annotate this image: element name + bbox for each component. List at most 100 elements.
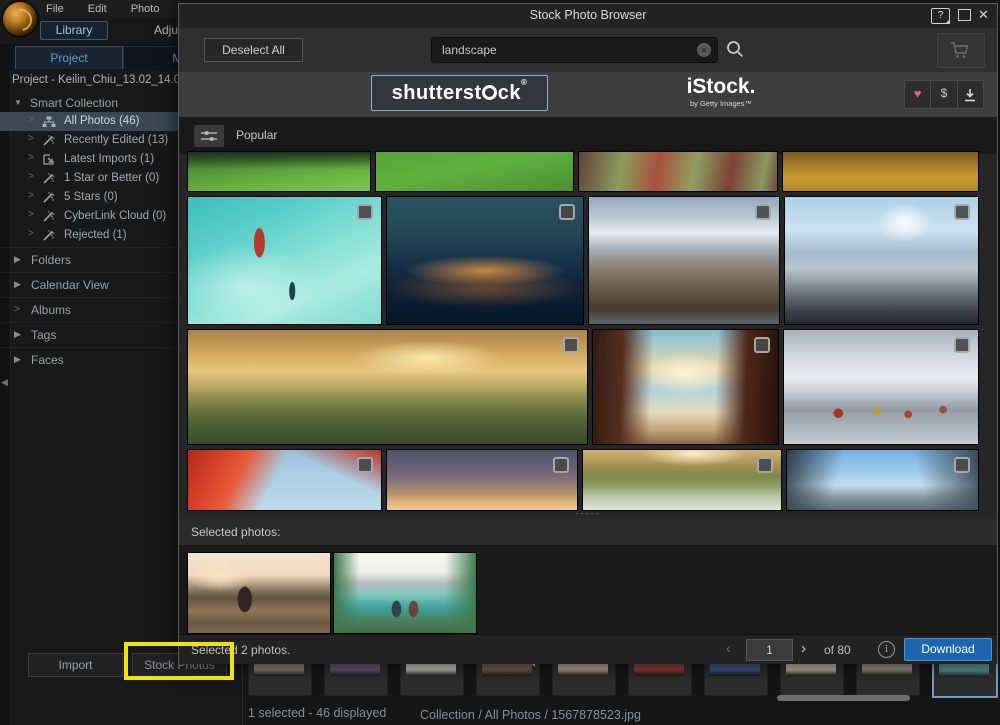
selected-photos-area bbox=[179, 545, 997, 634]
grid-row-4 bbox=[187, 449, 979, 511]
photo-checkbox[interactable] bbox=[357, 204, 373, 220]
stock-photo-alpine-valley-sky[interactable] bbox=[786, 449, 979, 511]
stock-photo-city-park-lawn[interactable] bbox=[187, 151, 371, 192]
menu-photo[interactable]: Photo bbox=[131, 3, 160, 15]
search-input[interactable] bbox=[440, 40, 684, 60]
photo-checkbox[interactable] bbox=[559, 204, 575, 220]
maximize-icon[interactable] bbox=[958, 9, 971, 21]
stock-photo-alpine-lake-dusk[interactable] bbox=[386, 196, 583, 325]
info-icon[interactable]: i bbox=[878, 641, 895, 658]
photo-checkbox[interactable] bbox=[563, 337, 579, 353]
istock-tagline: by Getty Images™ bbox=[661, 99, 781, 108]
import-button[interactable]: Import bbox=[28, 653, 123, 677]
menu-edit[interactable]: Edit bbox=[88, 3, 107, 15]
section-label: Faces bbox=[31, 353, 64, 367]
expand-arrow-icon: ▶ bbox=[14, 329, 21, 340]
expand-chevron-icon[interactable]: > bbox=[28, 133, 34, 144]
stock-photo-city-skyline-road[interactable] bbox=[784, 196, 979, 325]
expand-arrow-icon: ▶ bbox=[14, 279, 21, 290]
tab-adjustment[interactable]: Adju bbox=[154, 23, 178, 37]
tree-item-label: 5 Stars (0) bbox=[64, 191, 118, 203]
section-label: Calendar View bbox=[31, 278, 109, 292]
photo-checkbox[interactable] bbox=[755, 204, 771, 220]
page-number-input[interactable]: 1 bbox=[746, 639, 793, 661]
stock-photo-snowy-fjord-village[interactable] bbox=[783, 329, 979, 445]
page-of-label: of 80 bbox=[824, 643, 851, 657]
page-prev-button[interactable]: ‹ bbox=[726, 640, 731, 657]
panel-splitter[interactable]: ····· bbox=[179, 511, 997, 519]
panel-collapse-handle[interactable]: ◀ bbox=[0, 372, 10, 396]
stock-photo-snow-peaks-forest[interactable] bbox=[588, 196, 781, 325]
photo-checkbox[interactable] bbox=[757, 457, 773, 473]
provider-actions: ♥ $ bbox=[904, 80, 984, 109]
grid-row-3 bbox=[187, 329, 979, 445]
close-icon[interactable]: ✕ bbox=[978, 7, 989, 23]
expand-chevron-icon[interactable]: > bbox=[28, 114, 34, 125]
stock-photo-sea-stack-cove[interactable] bbox=[592, 329, 780, 445]
collapse-arrow-icon: ◀ bbox=[1, 377, 8, 388]
stock-photo-autumn-prairie[interactable] bbox=[782, 151, 979, 192]
expand-chevron-icon[interactable]: > bbox=[28, 152, 34, 163]
deselect-all-button[interactable]: Deselect All bbox=[204, 38, 303, 62]
tree-item-label: Latest Imports (1) bbox=[64, 153, 154, 165]
sort-label: Popular bbox=[236, 128, 277, 142]
search-clear-icon[interactable]: ✕ bbox=[697, 43, 711, 57]
photo-checkbox[interactable] bbox=[954, 337, 970, 353]
stock-photo-miniature-village[interactable] bbox=[578, 151, 777, 192]
expand-chevron-icon[interactable]: > bbox=[28, 171, 34, 182]
photo-checkbox[interactable] bbox=[754, 337, 770, 353]
download-arrow-icon bbox=[963, 88, 977, 102]
stock-photo-golden-sunset-valley[interactable] bbox=[187, 329, 588, 445]
stock-photo-red-maple-sky[interactable] bbox=[187, 449, 382, 511]
section-label: Folders bbox=[31, 253, 71, 267]
photo-checkbox[interactable] bbox=[954, 204, 970, 220]
shutterstock-logo: shutterstck® bbox=[392, 82, 528, 104]
page-next-button[interactable]: › bbox=[801, 640, 806, 657]
provider-shutterstock[interactable]: shutterstck® bbox=[371, 75, 548, 111]
tab-project[interactable]: Project bbox=[15, 46, 123, 69]
menu-file[interactable]: File bbox=[46, 3, 64, 15]
stock-photo-storm-sunset-plain[interactable] bbox=[386, 449, 579, 511]
search-field: ✕ bbox=[431, 37, 718, 63]
purchase-dollar-button[interactable]: $ bbox=[931, 81, 957, 108]
smart-collection-label: Smart Collection bbox=[30, 96, 118, 110]
filmstrip-scrollbar[interactable] bbox=[777, 695, 910, 701]
tree-item-label: All Photos (46) bbox=[64, 115, 139, 127]
sort-options-button[interactable] bbox=[194, 125, 224, 147]
selected-thumb-couple-piggyback-field[interactable] bbox=[187, 552, 331, 634]
dialog-title: Stock Photo Browser bbox=[179, 8, 997, 22]
dialog-titlebar[interactable]: Stock Photo Browser ? ✕ bbox=[179, 4, 997, 29]
expand-arrow-icon: ▶ bbox=[14, 254, 21, 265]
splitter-grip-icon: ····· bbox=[576, 508, 601, 518]
stock-photo-green-grass-field[interactable] bbox=[375, 151, 574, 192]
photo-checkbox[interactable] bbox=[357, 457, 373, 473]
photo-checkbox[interactable] bbox=[954, 457, 970, 473]
tree-item-label: CyberLink Cloud (0) bbox=[64, 210, 166, 222]
download-button[interactable]: Download bbox=[904, 638, 992, 661]
stock-photo-turquoise-sea-boat[interactable] bbox=[187, 196, 382, 325]
cart-button[interactable] bbox=[937, 33, 985, 68]
tree-item-label: Rejected (1) bbox=[64, 229, 127, 241]
selected-thumb-hikers-lake-view[interactable] bbox=[333, 552, 477, 634]
status-path: Collection / All Photos / 1567878523.jpg bbox=[420, 708, 641, 722]
help-icon[interactable]: ? bbox=[931, 8, 950, 24]
search-icon[interactable] bbox=[725, 39, 745, 64]
stock-photo-mossy-waterfall[interactable] bbox=[582, 449, 782, 511]
section-label: Albums bbox=[31, 303, 71, 317]
photo-checkbox[interactable] bbox=[553, 457, 569, 473]
tree-item-label: Recently Edited (13) bbox=[64, 134, 168, 146]
downloads-button[interactable] bbox=[958, 81, 983, 108]
provider-istock[interactable]: iStock. by Getty Images™ bbox=[661, 76, 781, 112]
filter-row: Popular bbox=[179, 117, 997, 154]
favorites-heart-button[interactable]: ♥ bbox=[905, 81, 931, 108]
expand-chevron-icon[interactable]: > bbox=[28, 190, 34, 201]
tab-library[interactable]: Library bbox=[40, 21, 108, 40]
shutter-aperture-icon bbox=[482, 85, 497, 100]
expand-chevron-icon[interactable]: > bbox=[28, 228, 34, 239]
wand-icon bbox=[42, 229, 55, 247]
tree-item-label: 1 Star or Better (0) bbox=[64, 172, 159, 184]
expand-chevron-icon[interactable]: > bbox=[28, 209, 34, 220]
highlight-annotation-box bbox=[124, 642, 234, 680]
screen: FileEditPhotoView Library Adju Project M… bbox=[0, 0, 1000, 725]
expand-arrow-icon: > bbox=[14, 304, 20, 315]
